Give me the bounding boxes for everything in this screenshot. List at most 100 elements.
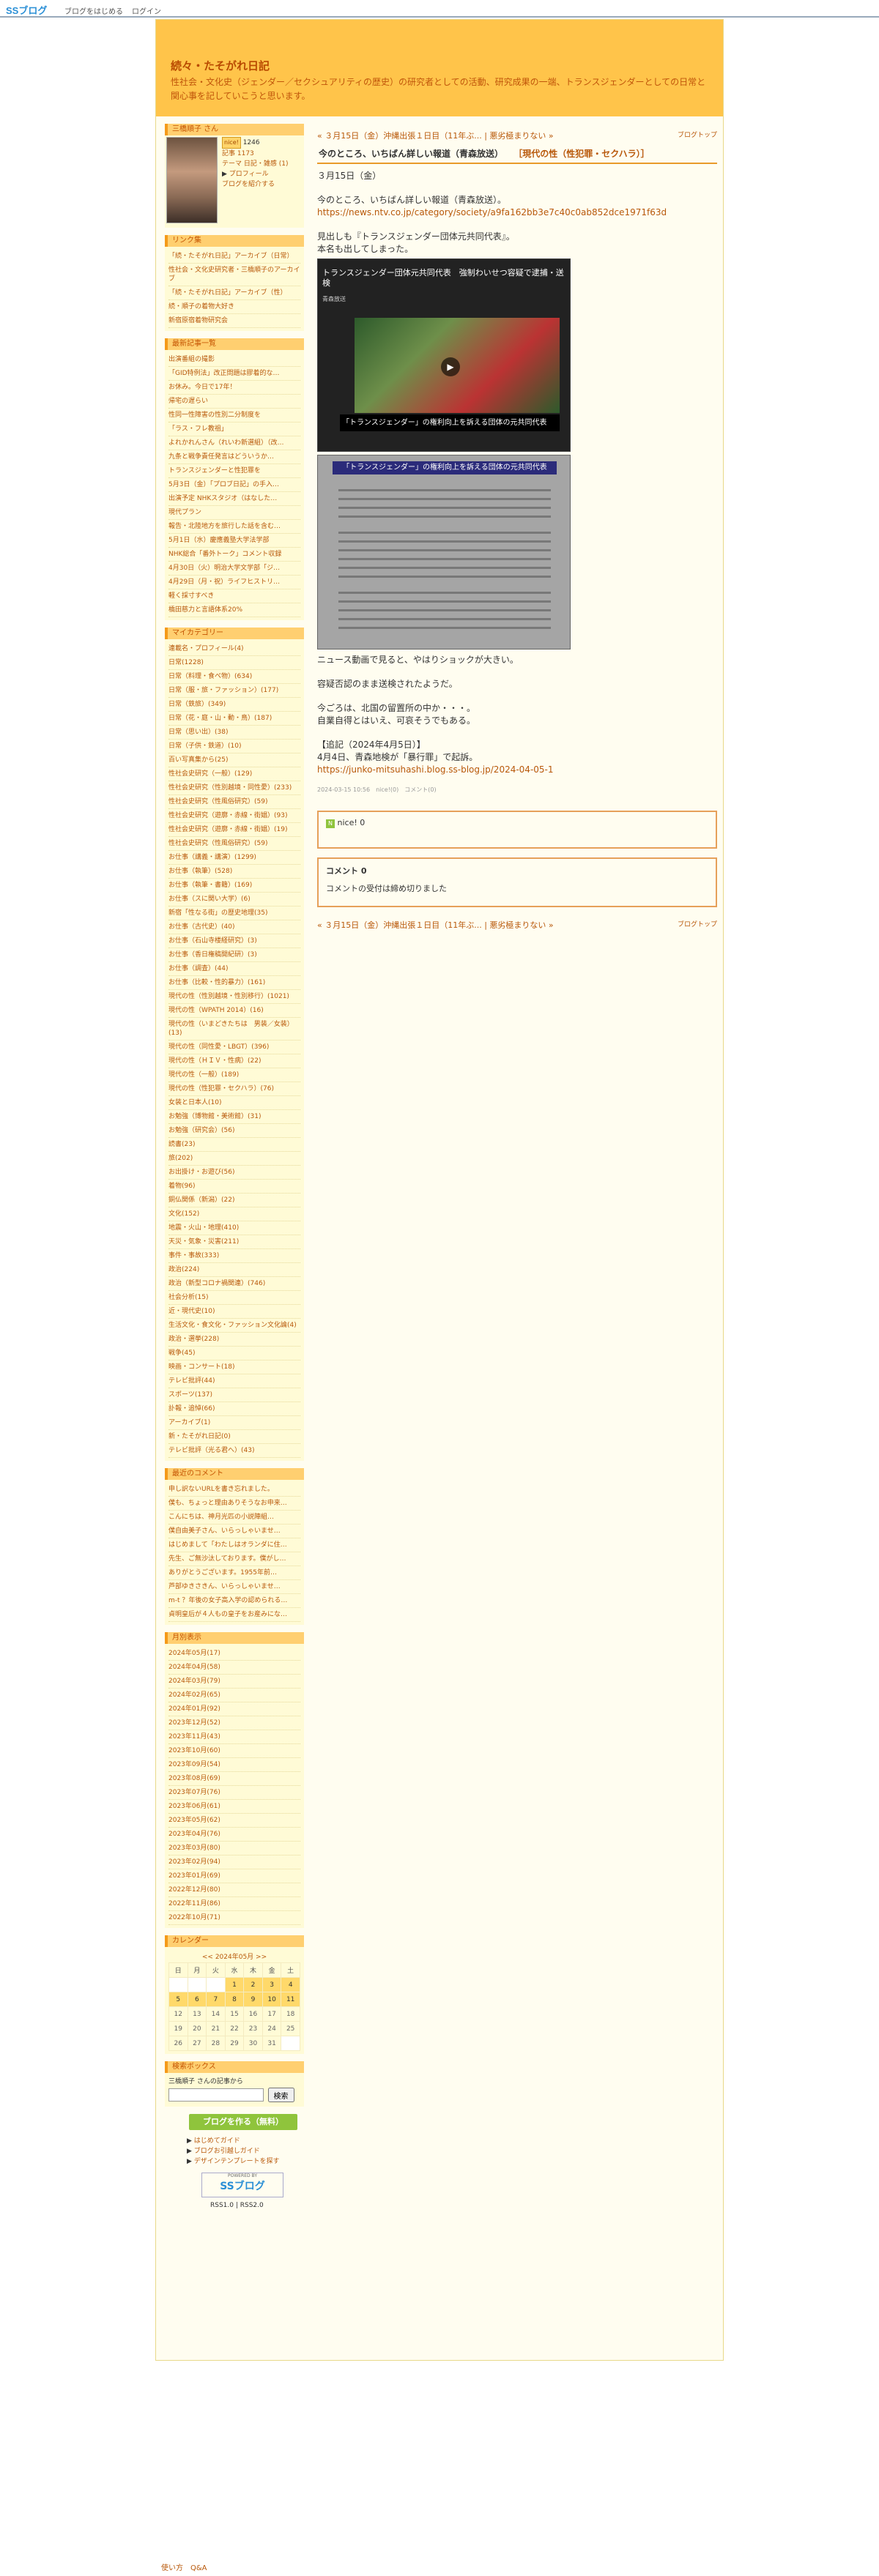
archive-month-item[interactable]: 2024年05月(17) (168, 1647, 300, 1661)
recent-article-item[interactable]: 「GID特例法」改正問題は膠着的な… (168, 367, 300, 381)
category-item[interactable]: お仕事（比較・性的暴力）(161) (168, 976, 300, 990)
link-item[interactable]: 「続・たそがれ日記」アーカイブ（日常） (168, 250, 300, 264)
category-item[interactable]: 現代の性（一般）(189) (168, 1068, 300, 1082)
recent-comment-item[interactable]: はじめまして「わたしはオランダに住… (168, 1538, 300, 1552)
calendar-day[interactable]: 12 (168, 2006, 188, 2022)
category-item[interactable]: 現代の性（性犯罪・セクハラ）(76) (168, 1082, 300, 1096)
link-item[interactable]: 性社会・文化史研究者・三橋順子のアーカイブ (168, 264, 300, 286)
recent-article-item[interactable]: NHK総合「番外トーク」コメント収録 (168, 548, 300, 562)
prev-next-link-bottom[interactable]: « ３月15日（金）沖縄出張１日目（11年ぶ... | 悪劣極まりない » (317, 920, 554, 930)
recent-article-item[interactable]: 軽く採寸すべき (168, 589, 300, 603)
category-item[interactable]: 性社会史研究（一般）(129) (168, 767, 300, 781)
recent-article-item[interactable]: 橋田慈力と言語体系20% (168, 603, 300, 617)
recent-article-item[interactable]: 報告・北陸地方を旅行した話を含む… (168, 520, 300, 534)
entry-title[interactable]: 今のところ、いちばん詳しい報道（青森放送） (319, 149, 503, 159)
guide-link[interactable]: はじめてガイド (194, 2137, 240, 2145)
category-item[interactable]: 近・現代史(10) (168, 1305, 300, 1319)
calendar-day[interactable]: 30 (243, 2036, 263, 2051)
calendar-day[interactable]: 25 (281, 2021, 300, 2036)
category-item[interactable]: 着物(96) (168, 1180, 300, 1194)
calendar-day[interactable]: 28 (206, 2036, 226, 2051)
calendar-day[interactable]: 3 (262, 1977, 282, 1992)
category-item[interactable]: 日常（料理・食べ物）(634) (168, 670, 300, 684)
calendar-day[interactable]: 23 (243, 2021, 263, 2036)
category-item[interactable]: お勉強（研究会）(56) (168, 1124, 300, 1138)
start-blog-link[interactable]: ブログをはじめる (64, 5, 123, 16)
calendar-day[interactable]: 2 (243, 1977, 263, 1992)
calendar-day[interactable]: 20 (187, 2021, 207, 2036)
category-item[interactable]: 政治(224) (168, 1263, 300, 1277)
category-item[interactable]: 生活文化・食文化・ファッション文化論(4) (168, 1319, 300, 1333)
category-item[interactable]: お勉強（博物館・美術館）(31) (168, 1110, 300, 1124)
entry-category[interactable]: ［現代の性（性犯罪・セクハラ）］ (513, 149, 649, 159)
category-item[interactable]: 戦争(45) (168, 1347, 300, 1360)
category-item[interactable]: お仕事（古代史）(40) (168, 920, 300, 934)
category-item[interactable]: お仕事（香日権稿開紀研）(3) (168, 948, 300, 962)
category-item[interactable]: お仕事（執筆）(528) (168, 865, 300, 879)
archive-month-item[interactable]: 2024年02月(65) (168, 1689, 300, 1702)
category-item[interactable]: 社会分析(15) (168, 1291, 300, 1305)
archive-month-item[interactable]: 2023年04月(76) (168, 1828, 300, 1842)
recent-article-item[interactable]: 帰宅の遅らい (168, 395, 300, 409)
archive-month-item[interactable]: 2022年12月(80) (168, 1883, 300, 1897)
archive-month-item[interactable]: 2024年04月(58) (168, 1661, 300, 1675)
category-item[interactable]: 新・たそがれ日記(0) (168, 1430, 300, 1444)
recent-article-item[interactable]: 4月29日（月・祝）ライフヒストリ… (168, 576, 300, 589)
recent-comment-item[interactable]: 僕自由美子さん、いらっしゃいませ… (168, 1525, 300, 1538)
recent-article-item[interactable]: 出演予定 NHKスタジオ（はなした… (168, 492, 300, 506)
recent-comment-item[interactable]: 僕も、ちょっと理由ありそうなお申来… (168, 1497, 300, 1511)
calendar-day[interactable]: 19 (168, 2021, 188, 2036)
category-item[interactable]: お仕事（石山寺楼経研究）(3) (168, 934, 300, 948)
link-item[interactable]: 「続・たそがれ日記」アーカイブ（性） (168, 286, 300, 300)
archive-month-item[interactable]: 2023年02月(94) (168, 1855, 300, 1869)
category-item[interactable]: 現代の性（WPATH 2014）(16) (168, 1004, 300, 1018)
category-item[interactable]: テレビ批評（光る君へ）(43) (168, 1444, 300, 1458)
category-item[interactable]: お仕事（執筆・書籍）(169) (168, 879, 300, 893)
category-item[interactable]: 性社会史研究（遊廓・赤線・街娼）(93) (168, 809, 300, 823)
calendar-day[interactable]: 27 (187, 2036, 207, 2051)
calendar-day[interactable]: 7 (206, 1992, 226, 2007)
recent-comment-item[interactable]: 先生、ご無沙汰しております。僕がし… (168, 1552, 300, 1566)
calendar-day[interactable]: 22 (224, 2021, 245, 2036)
recent-article-item[interactable]: トランスジェンダーと性犯罪を (168, 464, 300, 478)
calendar-day[interactable]: 26 (168, 2036, 188, 2051)
category-item[interactable]: 現代の性（性別越境・性別移行）(1021) (168, 990, 300, 1004)
calendar-day[interactable]: 11 (281, 1992, 300, 2007)
calendar-day[interactable]: 1 (224, 1977, 245, 1992)
category-item[interactable]: 連載名・プロフィール(4) (168, 642, 300, 656)
calendar-day[interactable]: 4 (281, 1977, 300, 1992)
category-item[interactable]: 性社会史研究（性風俗研究）(59) (168, 795, 300, 809)
migration-guide-link[interactable]: ブログお引越しガイド (194, 2148, 260, 2155)
calendar-day[interactable]: 18 (281, 2006, 300, 2022)
recent-article-item[interactable]: よれかれんさん（れいわ新選組）（改… (168, 436, 300, 450)
calendar-day[interactable]: 15 (224, 2006, 245, 2022)
recent-article-item[interactable]: 性同一性障害の性別二分制度を (168, 409, 300, 422)
category-item[interactable]: テレビ批評(44) (168, 1374, 300, 1388)
category-item[interactable]: スポーツ(137) (168, 1388, 300, 1402)
blog-title[interactable]: 続々・たそがれ日記 (171, 58, 270, 73)
blog-top-link[interactable]: ブログトップ (678, 130, 717, 139)
category-item[interactable]: 政治（新型コロナ禍関連）(746) (168, 1277, 300, 1291)
recent-comment-item[interactable]: 貞明皇后が４人もの皇子をお産みにな… (168, 1608, 300, 1622)
create-blog-button[interactable]: ブログを作る（無料） (189, 2114, 297, 2130)
category-item[interactable]: 地震・火山・地理(410) (168, 1221, 300, 1235)
category-item[interactable]: お仕事（調査）(44) (168, 962, 300, 976)
calendar-title[interactable]: << 2024年05月 >> (168, 1950, 300, 1962)
news-url-link[interactable]: https://news.ntv.co.jp/category/society/… (317, 207, 667, 217)
archive-month-item[interactable]: 2023年03月(80) (168, 1842, 300, 1855)
link-item[interactable]: 新宿原宿着物研究会 (168, 314, 300, 328)
category-item[interactable]: アーカイブ(1) (168, 1416, 300, 1430)
login-link[interactable]: ログイン (132, 5, 161, 16)
archive-month-item[interactable]: 2023年09月(54) (168, 1758, 300, 1772)
category-item[interactable]: 日常（服・旅・ファッション）(177) (168, 684, 300, 698)
category-item[interactable]: 性社会史研究（遊廓・赤線・街娼）(19) (168, 823, 300, 837)
news-screenshot-1[interactable]: トランスジェンダー団体元共同代表 強制わいせつ容疑で逮捕・送検 青森放送 ▶ 「… (317, 258, 571, 452)
category-item[interactable]: 事件・事故(333) (168, 1249, 300, 1263)
blog-top-link-bottom[interactable]: ブログトップ (678, 919, 717, 928)
category-item[interactable]: お仕事（スに関い大学）(6) (168, 893, 300, 907)
category-item[interactable]: 性社会史研究（性別越境・同性愛）(233) (168, 781, 300, 795)
recent-article-item[interactable]: 九条と戦争責任発言はどういうか… (168, 450, 300, 464)
category-item[interactable]: 日常（鉄旅）(349) (168, 698, 300, 712)
calendar-day[interactable]: 9 (243, 1992, 263, 2007)
category-item[interactable]: 訃報・追悼(66) (168, 1402, 300, 1416)
